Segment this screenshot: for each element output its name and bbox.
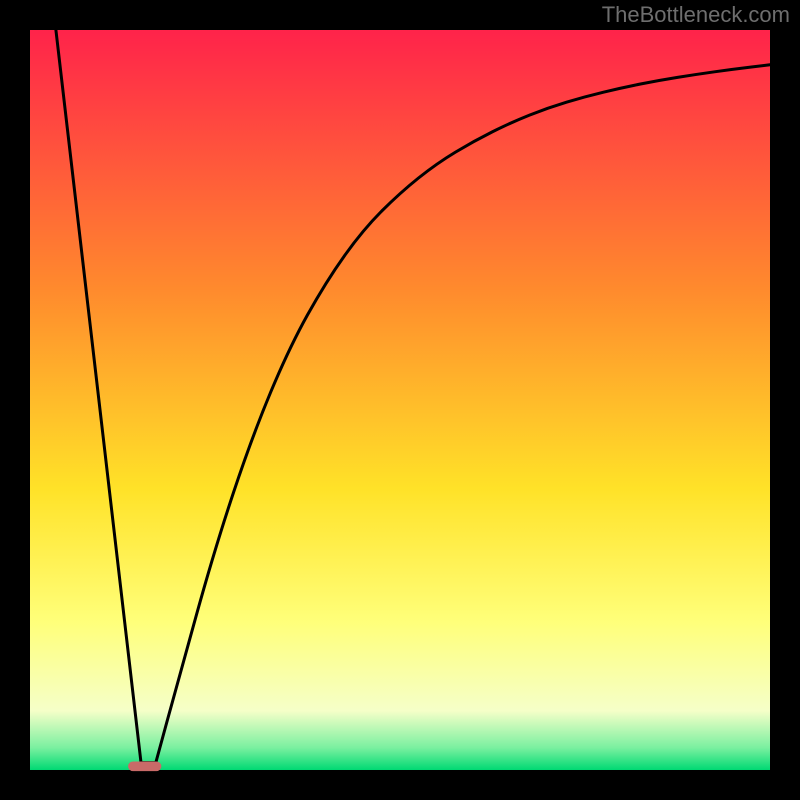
- chart-svg: [0, 0, 800, 800]
- chart-container: TheBottleneck.com: [0, 0, 800, 800]
- watermark-text: TheBottleneck.com: [602, 2, 790, 28]
- plot-background: [30, 30, 770, 770]
- minimum-marker: [128, 761, 161, 771]
